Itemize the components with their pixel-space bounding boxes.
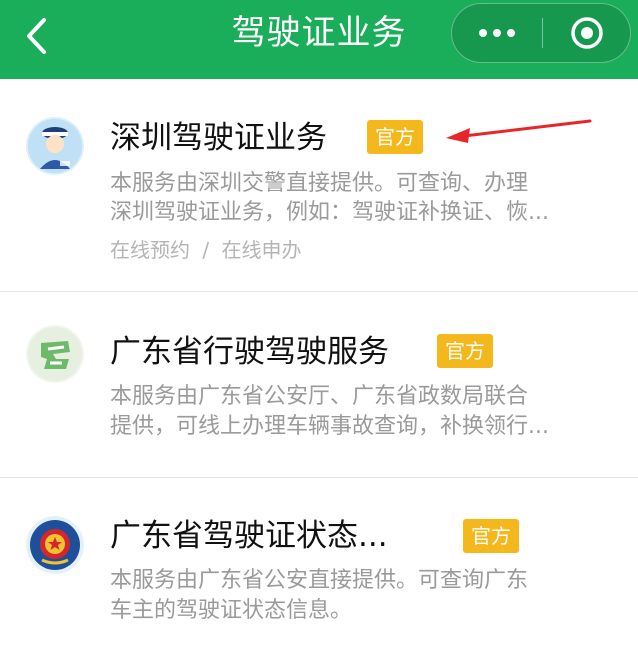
police-emblem-icon	[26, 516, 84, 574]
nav-header: 驾驶证业务	[0, 0, 638, 79]
official-badge: 官方	[437, 334, 493, 368]
annotation-arrow-icon	[446, 119, 592, 143]
list-item[interactable]: 广东省行驶驾驶服务 官方 本服务由广东省公安厅、广东省政数局联合 提供，可线上办…	[0, 292, 638, 477]
item-tags: 在线预约 / 在线申办	[110, 236, 301, 264]
tag-online-apply: 在线申办	[221, 238, 302, 262]
item-description: 本服务由深圳交警直接提供。可查询、办理	[110, 171, 529, 196]
item-description: 提供，可线上办理车辆事故查询，补换领行...	[110, 414, 549, 439]
more-dots-icon	[476, 29, 518, 37]
item-description: 本服务由广东省公安厅、广东省政数局联合	[110, 384, 529, 409]
list-item[interactable]: 广东省驾驶证状态... 官方 本服务由广东省公安直接提供。可查询广东 车主的驾驶…	[0, 478, 638, 669]
item-description: 深圳驾驶证业务，例如：驾驶证补换证、恢...	[110, 200, 549, 225]
item-title: 广东省行驶驾驶服务	[110, 334, 389, 370]
item-title: 深圳驾驶证业务	[110, 120, 327, 156]
item-description: 本服务由广东省公安直接提供。可查询广东	[110, 568, 529, 593]
tag-online-booking: 在线预约	[110, 238, 190, 262]
more-button[interactable]	[452, 4, 542, 62]
tag-separator: /	[202, 238, 210, 262]
item-title: 广东省驾驶证状态...	[110, 518, 388, 554]
close-button[interactable]	[543, 4, 631, 62]
capsule-menu	[451, 3, 631, 63]
map-logo-icon	[26, 325, 84, 383]
list-item[interactable]: 深圳驾驶证业务 官方 本服务由深圳交警直接提供。可查询、办理 深圳驾驶证业务，例…	[0, 79, 638, 291]
item-description: 车主的驾驶证状态信息。	[110, 598, 353, 623]
official-badge: 官方	[463, 519, 519, 553]
target-circle-icon	[571, 17, 603, 49]
police-avatar-icon	[26, 117, 84, 175]
official-badge: 官方	[367, 120, 423, 154]
